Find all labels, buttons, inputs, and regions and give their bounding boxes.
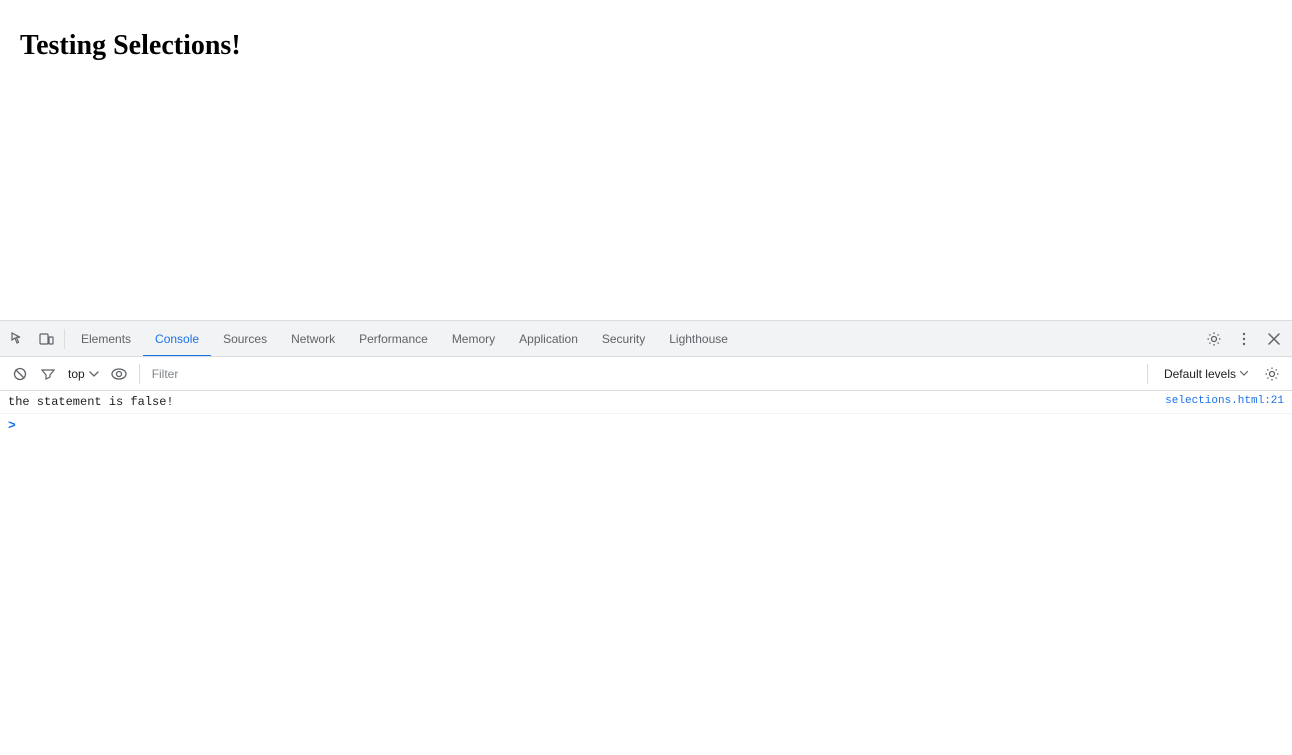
context-selector[interactable]: top	[64, 362, 103, 386]
inspect-element-button[interactable]	[4, 325, 32, 353]
filter-console-button[interactable]	[36, 362, 60, 386]
console-toolbar: top Default levels	[0, 357, 1292, 391]
toolbar-separator-1	[64, 329, 65, 349]
tab-memory[interactable]: Memory	[440, 322, 507, 356]
toolbar-right	[1200, 325, 1288, 353]
close-devtools-button[interactable]	[1260, 325, 1288, 353]
tab-sources[interactable]: Sources	[211, 322, 279, 356]
tab-network[interactable]: Network	[279, 322, 347, 356]
tab-security[interactable]: Security	[590, 322, 657, 356]
page-content: Testing Selections!	[0, 0, 1292, 320]
context-value: top	[68, 367, 85, 381]
tab-lighthouse[interactable]: Lighthouse	[657, 322, 740, 356]
tab-elements[interactable]: Elements	[69, 322, 143, 356]
more-options-button[interactable]	[1230, 325, 1258, 353]
tab-application[interactable]: Application	[507, 322, 590, 356]
live-expressions-button[interactable]	[107, 362, 131, 386]
console-prompt[interactable]: >	[0, 414, 1292, 437]
clear-console-button[interactable]	[8, 362, 32, 386]
devtools-panel: Elements Console Sources Network Perform…	[0, 320, 1292, 755]
console-settings-button[interactable]	[1260, 362, 1284, 386]
device-toggle-button[interactable]	[32, 325, 60, 353]
console-separator-2	[1147, 364, 1148, 384]
default-levels-button[interactable]: Default levels	[1156, 365, 1256, 383]
console-output: the statement is false! selections.html:…	[0, 391, 1292, 755]
settings-button[interactable]	[1200, 325, 1228, 353]
console-log-entry: the statement is false! selections.html:…	[0, 391, 1292, 414]
console-log-text: the statement is false!	[8, 395, 1157, 409]
tab-console[interactable]: Console	[143, 322, 211, 356]
tab-performance[interactable]: Performance	[347, 322, 440, 356]
devtools-toolbar: Elements Console Sources Network Perform…	[0, 321, 1292, 357]
filter-input[interactable]	[148, 365, 1139, 383]
page-title: Testing Selections!	[20, 30, 1272, 62]
console-log-source[interactable]: selections.html:21	[1165, 395, 1284, 407]
console-separator-1	[139, 364, 140, 384]
devtools-tabs: Elements Console Sources Network Perform…	[69, 321, 1200, 356]
